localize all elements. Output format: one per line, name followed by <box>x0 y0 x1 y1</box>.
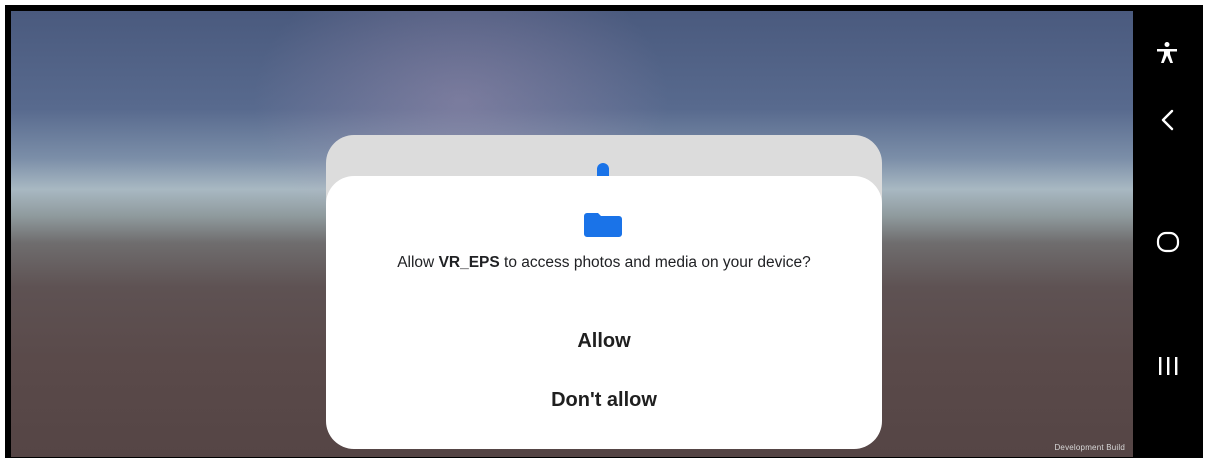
game-scene: Allow VR_EPS to access photos and media … <box>11 11 1133 457</box>
device-frame: Allow VR_EPS to access photos and media … <box>5 5 1203 458</box>
development-build-watermark: Development Build <box>1054 443 1125 452</box>
dont-allow-button[interactable]: Don't allow <box>326 389 882 412</box>
message-prefix: Allow <box>397 254 439 271</box>
folder-icon <box>584 213 622 237</box>
permission-message: Allow VR_EPS to access photos and media … <box>356 253 852 272</box>
permission-dialog: Allow VR_EPS to access photos and media … <box>326 176 882 449</box>
message-suffix: to access photos and media on your devic… <box>499 254 811 271</box>
accessibility-icon[interactable] <box>1155 41 1179 65</box>
home-icon[interactable] <box>1156 230 1180 254</box>
app-name: VR_EPS <box>438 254 500 271</box>
recents-icon[interactable] <box>1156 355 1180 377</box>
back-icon[interactable] <box>1158 108 1178 132</box>
allow-button[interactable]: Allow <box>326 330 882 353</box>
